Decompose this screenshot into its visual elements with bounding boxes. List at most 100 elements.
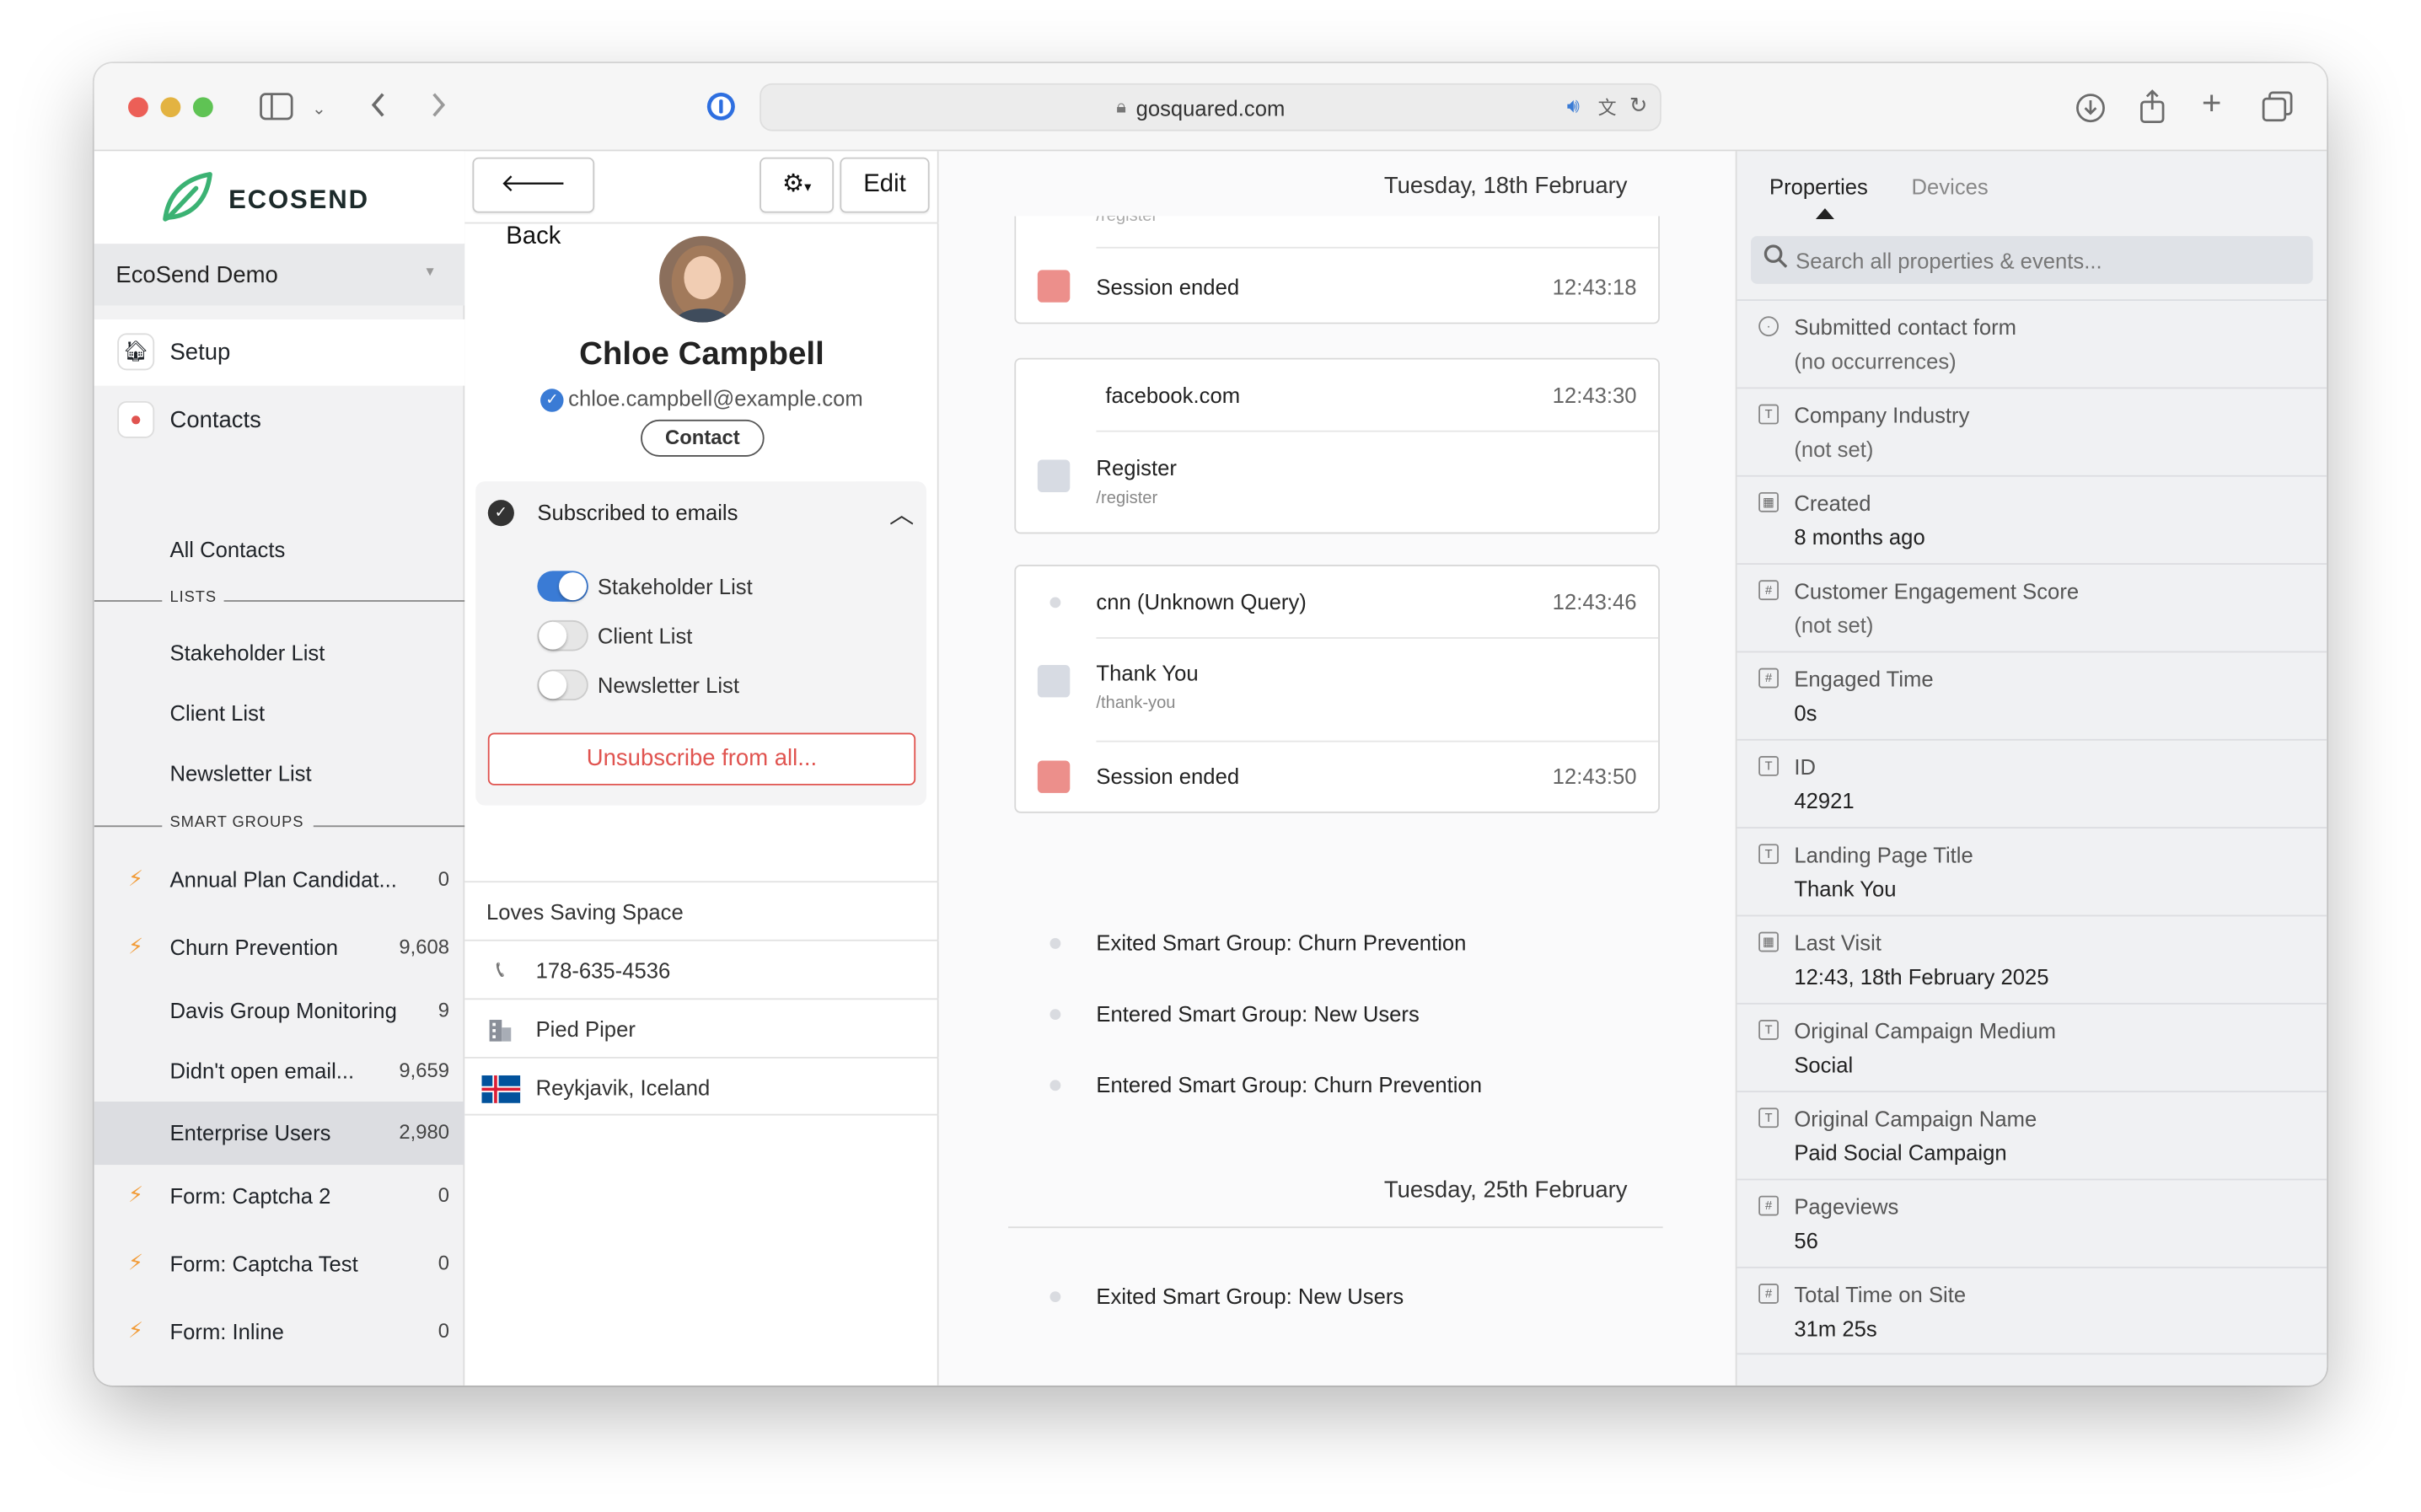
zoom-window-button[interactable]: [192, 97, 213, 118]
timeline-event[interactable]: facebook.com 12:43:30: [1016, 360, 1658, 431]
back-button[interactable]: 🡐 Back: [472, 157, 595, 250]
event-dot: [1049, 597, 1061, 609]
property-value: 56: [1794, 1228, 1818, 1253]
reload-icon[interactable]: ↻: [1629, 93, 1647, 119]
properties-search-input[interactable]: Search all properties & events...: [1751, 236, 2313, 284]
session-card: /register Session ended 12:43:18: [1014, 216, 1660, 324]
timeline-event[interactable]: Register /register: [1016, 432, 1658, 533]
share-icon[interactable]: [2139, 89, 2166, 128]
timeline-event[interactable]: Entered Smart Group: Churn Prevention: [939, 1070, 1736, 1102]
chevron-down-icon[interactable]: ⌄: [312, 95, 326, 123]
chevron-up-icon[interactable]: ︿: [889, 494, 914, 531]
smart-group-name: Enterprise Users: [169, 1120, 331, 1145]
event-title: Entered Smart Group: New Users: [1096, 1001, 1420, 1027]
property-row[interactable]: ▦ Last Visit 12:43, 18th February 2025: [1737, 914, 2327, 1003]
brand-logo[interactable]: ECOSEND: [94, 151, 465, 244]
property-row[interactable]: T ID 42921: [1737, 738, 2327, 827]
sidebar-toggle-icon[interactable]: [260, 93, 293, 125]
subscription-header[interactable]: Subscribed to emails: [537, 500, 738, 524]
property-row[interactable]: T Original Campaign Medium Social: [1737, 1002, 2327, 1091]
event-dot: [1049, 1291, 1061, 1303]
timeline-event[interactable]: Entered Smart Group: New Users: [939, 1000, 1736, 1031]
lists-section-header: LISTS: [94, 589, 465, 611]
translate-icon[interactable]: 文: [1598, 94, 1617, 121]
timeline-event[interactable]: Exited Smart Group: New Users: [939, 1282, 1736, 1313]
text-type-icon: T: [1758, 1107, 1780, 1129]
toggle-newsletter-list[interactable]: [537, 669, 588, 701]
close-window-button[interactable]: [128, 97, 148, 118]
properties-panel: Properties Devices Search all properties…: [1737, 151, 2327, 1386]
tab-properties[interactable]: Properties: [1769, 174, 1868, 199]
smart-group-item[interactable]: ⚡︎ Annual Plan Candidat... 0: [94, 850, 465, 912]
contact-type-badge: Contact: [641, 419, 765, 457]
tab-devices[interactable]: Devices: [1912, 174, 1989, 199]
calendar-icon: ▦: [1758, 931, 1780, 952]
property-row[interactable]: # Customer Engagement Score (not set): [1737, 563, 2327, 651]
event-time: 12:43:46: [1552, 589, 1637, 614]
property-name: Total Time on Site: [1794, 1282, 1967, 1307]
smart-group-item[interactable]: ⚡︎ Churn Prevention 9,608: [94, 918, 465, 979]
property-row[interactable]: ▦ Created 8 months ago: [1737, 475, 2327, 563]
active-tab-indicator: [1815, 208, 1834, 219]
timeline-event[interactable]: Thank You /thank-you: [1016, 639, 1658, 741]
property-row[interactable]: # Pageviews 56: [1737, 1178, 2327, 1267]
smart-group-item-active[interactable]: Enterprise Users 2,980: [94, 1102, 465, 1166]
timeline-event[interactable]: Session ended 12:43:18: [1016, 256, 1658, 318]
text-type-icon: T: [1758, 404, 1780, 425]
event-path: /register: [1096, 489, 1158, 508]
smart-group-item[interactable]: Didn't open email... 9,659: [94, 1042, 465, 1103]
new-tab-icon[interactable]: +: [2202, 86, 2222, 120]
event-time: 12:43:30: [1552, 382, 1637, 408]
property-name: Created: [1794, 491, 1871, 516]
event-title: Exited Smart Group: Churn Prevention: [1096, 930, 1467, 956]
divider: [94, 825, 163, 828]
tab-overview-icon[interactable]: [2262, 91, 2293, 126]
downloads-icon[interactable]: [2075, 93, 2107, 128]
forward-nav-icon[interactable]: [429, 91, 448, 123]
property-value: Thank You: [1794, 876, 1897, 902]
smart-group-item[interactable]: ⚡︎ Form: Captcha 2 0: [94, 1166, 465, 1228]
lightning-icon: ⚡︎: [128, 1249, 144, 1275]
smart-group-count: 0: [437, 1319, 449, 1343]
back-nav-icon[interactable]: [369, 91, 388, 123]
event-time: 12:43:50: [1552, 764, 1637, 789]
sidebar-item-contacts[interactable]: ● Contacts: [94, 387, 465, 453]
settings-dropdown-button[interactable]: ⚙▾: [760, 157, 835, 213]
lightning-icon: ⚡︎: [128, 1182, 144, 1207]
contact-phone[interactable]: 178-635-4536: [536, 958, 671, 983]
sidebar-item-setup[interactable]: 🏠︎ Setup: [94, 319, 465, 386]
toggle-client-list[interactable]: [537, 619, 588, 651]
timeline-event[interactable]: Exited Smart Group: Churn Prevention: [939, 929, 1736, 960]
timeline-event[interactable]: Session ended 12:43:50: [1016, 743, 1658, 812]
sidebar-item-all-contacts[interactable]: All Contacts: [169, 537, 285, 561]
property-row[interactable]: T Company Industry (not set): [1737, 387, 2327, 475]
sidebar-list-stakeholder[interactable]: Stakeholder List: [169, 641, 325, 665]
address-bar[interactable]: 🔒︎ gosquared.com 🔊︎ 文 ↻: [760, 83, 1661, 131]
smart-group-item[interactable]: ⚡︎ Form: Captcha Test 0: [94, 1234, 465, 1295]
chevron-down-icon: ▾: [804, 179, 812, 195]
minimize-window-button[interactable]: [160, 97, 181, 118]
toggle-label: Stakeholder List: [597, 573, 753, 599]
property-name: Original Campaign Medium: [1794, 1018, 2057, 1043]
toggle-stakeholder-list[interactable]: [537, 571, 588, 602]
property-row[interactable]: T Landing Page Title Thank You: [1737, 827, 2327, 914]
property-row[interactable]: # Total Time on Site 31m 25s: [1737, 1266, 2327, 1355]
divider: [223, 600, 465, 602]
property-row[interactable]: T Original Campaign Name Paid Social Cam…: [1737, 1091, 2327, 1178]
divider: [464, 222, 939, 224]
sidebar-list-newsletter[interactable]: Newsletter List: [169, 760, 311, 785]
account-switcher[interactable]: EcoSend Demo ▾: [94, 244, 465, 306]
search-placeholder: Search all properties & events...: [1796, 248, 2102, 274]
edit-button[interactable]: Edit: [840, 157, 930, 213]
property-row[interactable]: · Submitted contact form (no occurrences…: [1737, 299, 2327, 387]
session-card: facebook.com 12:43:30 Register /register: [1014, 357, 1660, 534]
contact-email[interactable]: chloe.campbell@example.com: [568, 386, 863, 410]
sidebar-list-client[interactable]: Client List: [169, 700, 265, 725]
smart-group-item[interactable]: ⚡︎ Form: Inline 0: [94, 1302, 465, 1364]
speaker-icon[interactable]: 🔊︎: [1567, 94, 1580, 119]
smart-group-item[interactable]: Davis Group Monitoring 9: [94, 981, 465, 1043]
unsubscribe-all-button[interactable]: Unsubscribe from all...: [487, 732, 916, 785]
timeline-event[interactable]: cnn (Unknown Query) 12:43:46: [1016, 566, 1658, 637]
password-manager-icon[interactable]: [706, 91, 737, 126]
property-row[interactable]: # Engaged Time 0s: [1737, 651, 2327, 739]
